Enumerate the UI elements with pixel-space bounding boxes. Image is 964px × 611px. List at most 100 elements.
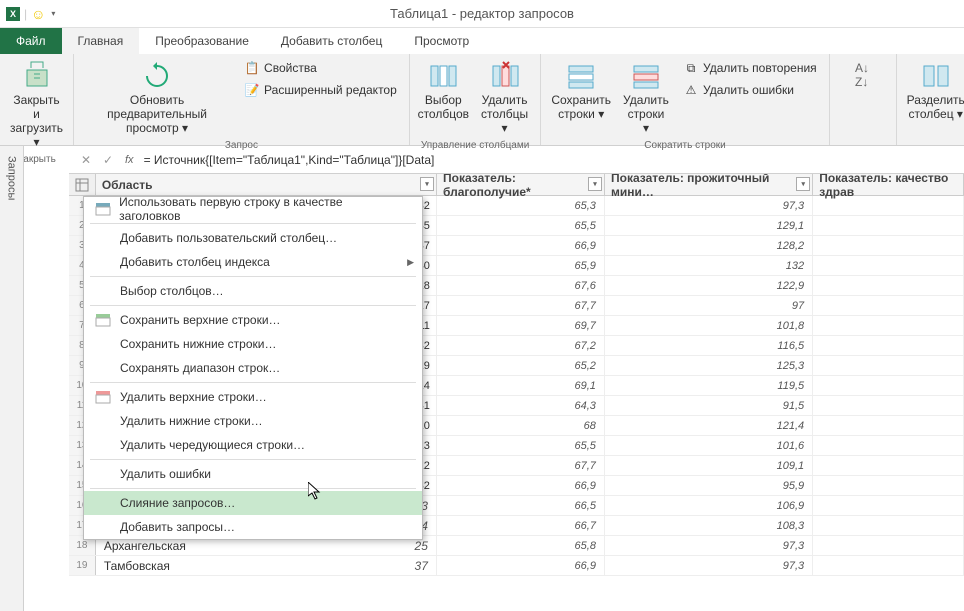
ctx-keep-bottom-rows[interactable]: Сохранить нижние строки… [84, 332, 422, 356]
ctx-remove-bottom-rows[interactable]: Удалить нижние строки… [84, 409, 422, 433]
tab-view[interactable]: Просмотр [398, 28, 485, 54]
cell[interactable]: 65,8 [437, 536, 605, 555]
cell[interactable]: Тамбовская37 [96, 556, 437, 575]
ctx-add-index-column[interactable]: Добавить столбец индекса▶ [84, 250, 422, 274]
cell[interactable]: 101,8 [605, 316, 813, 335]
ctx-keep-top-rows[interactable]: Сохранить верхние строки… [84, 308, 422, 332]
cell[interactable]: 66,7 [437, 516, 605, 535]
tab-home[interactable]: Главная [62, 28, 140, 54]
refresh-preview-button[interactable]: Обновить предварительныйпросмотр ▾ [82, 58, 232, 138]
cell[interactable]: 65,5 [437, 436, 605, 455]
close-load-button[interactable]: Закрыть изагрузить ▾ [8, 58, 65, 152]
cell[interactable]: 68 [437, 416, 605, 435]
fx-label[interactable]: fx [125, 154, 134, 166]
ctx-choose-columns[interactable]: Выбор столбцов… [84, 279, 422, 303]
cell[interactable] [813, 336, 964, 355]
table-row[interactable]: 19Тамбовская3766,997,3 [69, 556, 964, 576]
cell[interactable]: 122,9 [605, 276, 813, 295]
tab-transform[interactable]: Преобразование [139, 28, 265, 54]
cell[interactable] [813, 236, 964, 255]
cell[interactable]: 108,3 [605, 516, 813, 535]
cell[interactable]: 121,4 [605, 416, 813, 435]
remove-errors-button[interactable]: ⚠Удалить ошибки [679, 80, 821, 100]
ctx-remove-errors[interactable]: Удалить ошибки [84, 462, 422, 486]
cell[interactable]: 109,1 [605, 456, 813, 475]
qat-dropdown-icon[interactable]: ▾ [51, 9, 55, 18]
filter-icon[interactable]: ▾ [796, 177, 810, 191]
cell[interactable] [813, 456, 964, 475]
cell[interactable] [813, 396, 964, 415]
keep-rows-button[interactable]: Сохранитьстроки ▾ [549, 58, 613, 124]
ctx-keep-range[interactable]: Сохранять диапазон строк… [84, 356, 422, 380]
filter-icon[interactable]: ▾ [588, 177, 602, 191]
table-icon[interactable] [69, 174, 96, 195]
cell[interactable] [813, 376, 964, 395]
cell[interactable]: 119,5 [605, 376, 813, 395]
cell[interactable]: 66,9 [437, 476, 605, 495]
header-region[interactable]: Область▾ [96, 174, 437, 195]
cell[interactable] [813, 516, 964, 535]
cell[interactable]: 116,5 [605, 336, 813, 355]
choose-columns-button[interactable]: Выборстолбцов [418, 58, 469, 124]
ctx-merge-queries[interactable]: Слияние запросов… [84, 491, 422, 515]
smiley-icon[interactable]: ☺ [31, 6, 45, 22]
cell[interactable] [813, 416, 964, 435]
ctx-remove-top-rows[interactable]: Удалить верхние строки… [84, 385, 422, 409]
cell[interactable] [813, 316, 964, 335]
queries-sidebar[interactable]: Запросы [0, 146, 24, 611]
fb-cancel-icon[interactable]: ✕ [75, 150, 97, 170]
cell[interactable]: 97,3 [605, 196, 813, 215]
cell[interactable] [813, 216, 964, 235]
cell[interactable]: 65,3 [437, 196, 605, 215]
cell[interactable]: 106,9 [605, 496, 813, 515]
cell[interactable]: 66,5 [437, 496, 605, 515]
cell[interactable] [813, 256, 964, 275]
advanced-editor-button[interactable]: 📝Расширенный редактор [240, 80, 401, 100]
split-column-button[interactable]: Разделитьстолбец ▾ [905, 58, 964, 124]
cell[interactable] [813, 536, 964, 555]
excel-icon[interactable]: X [6, 7, 20, 21]
cell[interactable]: 66,9 [437, 236, 605, 255]
cell[interactable]: 91,5 [605, 396, 813, 415]
ctx-append-queries[interactable]: Добавить запросы… [84, 515, 422, 539]
cell[interactable] [813, 196, 964, 215]
cell[interactable]: 65,2 [437, 356, 605, 375]
remove-rows-button[interactable]: Удалитьстроки ▾ [621, 58, 671, 138]
header-wellbeing[interactable]: Показатель: благополучие*▾ [437, 174, 605, 195]
cell[interactable]: 97,3 [605, 536, 813, 555]
sort-button[interactable]: A↓Z↓ [838, 58, 888, 94]
cell[interactable]: 65,9 [437, 256, 605, 275]
tab-add-column[interactable]: Добавить столбец [265, 28, 398, 54]
properties-button[interactable]: 📋Свойства [240, 58, 401, 78]
cell[interactable] [813, 296, 964, 315]
cell[interactable] [813, 276, 964, 295]
cell[interactable] [813, 436, 964, 455]
ctx-add-custom-column[interactable]: Добавить пользовательский столбец… [84, 226, 422, 250]
cell[interactable]: 64,3 [437, 396, 605, 415]
cell[interactable]: 101,6 [605, 436, 813, 455]
cell[interactable] [813, 556, 964, 575]
header-health[interactable]: Показатель: качество здрав [813, 174, 964, 195]
cell[interactable]: 67,2 [437, 336, 605, 355]
cell[interactable]: 67,7 [437, 456, 605, 475]
formula-input[interactable] [140, 153, 958, 167]
cell[interactable]: 66,9 [437, 556, 605, 575]
cell[interactable] [813, 496, 964, 515]
ctx-remove-alt-rows[interactable]: Удалить чередующиеся строки… [84, 433, 422, 457]
cell[interactable]: 125,3 [605, 356, 813, 375]
cell[interactable]: 69,7 [437, 316, 605, 335]
fb-confirm-icon[interactable]: ✓ [97, 150, 119, 170]
cell[interactable]: 95,9 [605, 476, 813, 495]
cell[interactable]: 97,3 [605, 556, 813, 575]
cell[interactable]: 128,2 [605, 236, 813, 255]
cell[interactable]: 65,5 [437, 216, 605, 235]
cell[interactable]: 67,6 [437, 276, 605, 295]
cell[interactable]: 97 [605, 296, 813, 315]
ctx-use-first-row[interactable]: Использовать первую строку в качестве за… [84, 197, 422, 221]
header-minimum[interactable]: Показатель: прожиточный мини…▾ [605, 174, 813, 195]
cell[interactable]: 129,1 [605, 216, 813, 235]
cell[interactable]: 69,1 [437, 376, 605, 395]
filter-icon[interactable]: ▾ [420, 177, 434, 191]
remove-duplicates-button[interactable]: ⧉Удалить повторения [679, 58, 821, 78]
remove-columns-button[interactable]: Удалитьстолбцы ▾ [477, 58, 533, 138]
